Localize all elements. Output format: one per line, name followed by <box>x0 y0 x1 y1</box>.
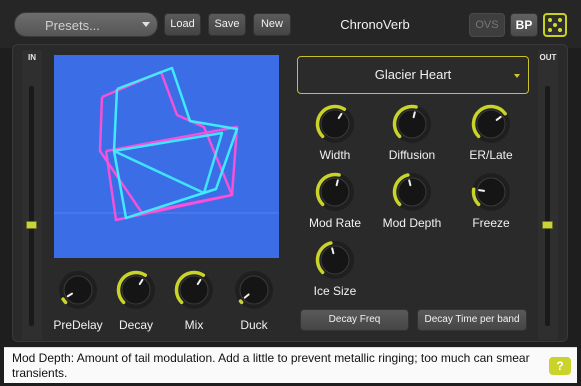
algorithm-selected: Glacier Heart <box>374 67 452 82</box>
knob-icon <box>315 172 354 211</box>
save-button[interactable]: Save <box>208 13 246 36</box>
input-meter-label: IN <box>28 53 36 62</box>
freeze-knob[interactable]: Freeze <box>471 172 511 230</box>
er-late-label: ER/Late <box>469 148 513 162</box>
knob-icon <box>315 104 354 143</box>
knob-body <box>320 109 350 139</box>
new-button[interactable]: New <box>253 13 291 36</box>
visualizer-shape <box>54 66 279 222</box>
reverb-visualizer <box>54 55 279 258</box>
ice-size-knob[interactable]: Ice Size <box>314 240 356 298</box>
knob-icon <box>471 173 510 211</box>
knob-pointer <box>335 179 339 187</box>
knob-icon <box>59 271 97 309</box>
presets-dropdown[interactable]: Presets... <box>14 12 158 37</box>
er-late-knob[interactable]: ER/Late <box>469 104 513 162</box>
knob-body <box>476 177 506 207</box>
input-meter-track <box>29 86 34 326</box>
knob-body <box>179 275 209 305</box>
help-bar: Mod Depth: Amount of tail modulation. Ad… <box>4 347 577 383</box>
knob-icon <box>471 104 510 143</box>
knob-body <box>397 109 427 139</box>
knob-icon <box>392 104 431 143</box>
input-meter[interactable]: IN <box>22 50 42 340</box>
freeze-label: Freeze <box>472 216 510 230</box>
knob-body <box>63 275 93 305</box>
knob-pointer <box>408 179 412 187</box>
mod-depth-knob[interactable]: Mod Depth <box>383 172 441 230</box>
knob-value-arc <box>238 299 244 305</box>
predelay-knob[interactable]: PreDelay <box>53 270 103 332</box>
knob-icon <box>235 271 273 309</box>
randomize-dice-icon[interactable] <box>543 13 567 37</box>
load-button[interactable]: Load <box>164 13 201 36</box>
knob-icon <box>174 270 213 309</box>
knob-pointer <box>478 189 486 192</box>
duck-knob[interactable]: Duck <box>234 270 274 332</box>
output-meter-label: OUT <box>539 53 557 62</box>
algorithm-dropdown[interactable]: Glacier Heart <box>297 56 529 94</box>
ice-size-label: Ice Size <box>313 284 357 298</box>
knob-body <box>239 275 269 305</box>
decay-knob[interactable]: Decay <box>116 270 156 332</box>
mod-rate-knob[interactable]: Mod Rate <box>309 172 361 230</box>
output-meter-track <box>545 86 550 326</box>
top-bar: Presets... Load Save New ChronoVerb OVS … <box>0 0 581 48</box>
knob-body <box>320 177 350 207</box>
knob-icon <box>116 270 155 309</box>
width-knob[interactable]: Width <box>315 104 355 162</box>
chevron-down-icon <box>514 74 520 78</box>
oversampling-button[interactable]: OVS <box>469 13 505 37</box>
knob-pointer <box>331 247 335 255</box>
knob-icon <box>392 173 431 211</box>
knob-body <box>397 177 427 207</box>
mix-knob[interactable]: Mix <box>174 270 214 332</box>
knob-pointer <box>412 111 416 119</box>
knob-value-arc <box>61 297 68 305</box>
decay-time-per-band-button[interactable]: Decay Time per band <box>417 309 527 331</box>
knob-icon <box>315 241 354 279</box>
help-text: Mod Depth: Amount of tail modulation. Ad… <box>12 351 530 380</box>
input-gain-handle[interactable] <box>26 220 37 229</box>
knob-body <box>320 245 350 275</box>
knob-body <box>476 109 506 139</box>
help-button[interactable]: ? <box>549 357 571 375</box>
output-meter[interactable]: OUT <box>538 50 558 340</box>
chevron-down-icon <box>142 22 150 27</box>
knob-body <box>121 275 151 305</box>
plugin-window: Presets... Load Save New ChronoVerb OVS … <box>0 0 581 386</box>
output-gain-handle[interactable] <box>542 220 553 229</box>
presets-label: Presets... <box>45 18 100 33</box>
bypass-button[interactable]: BP <box>510 13 538 37</box>
decay-freq-button[interactable]: Decay Freq <box>300 309 409 331</box>
duck-label: Duck <box>240 318 268 332</box>
diffusion-knob[interactable]: Diffusion <box>389 104 435 162</box>
plugin-title: ChronoVerb <box>340 17 410 32</box>
